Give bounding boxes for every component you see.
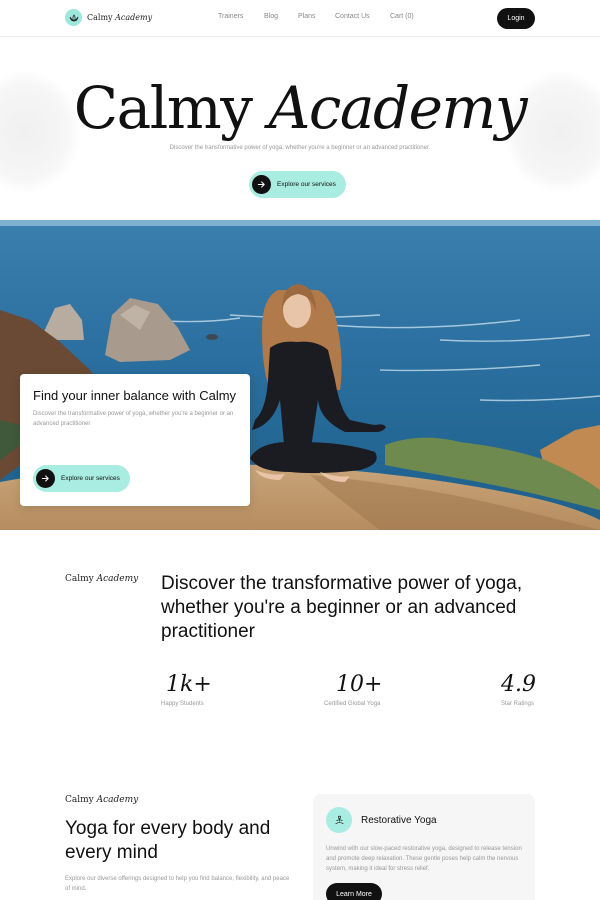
hero-section: Calmy Academy Discover the transformativ… — [0, 37, 600, 220]
hero-title: Calmy Academy — [73, 74, 528, 142]
top-navbar: Calmy Academy Trainers Blog Plans Contac… — [0, 0, 600, 37]
nav-link-plans[interactable]: Plans — [298, 13, 316, 20]
stat-certified: 10+ Certified Global Yoga — [324, 672, 382, 707]
service-title: Restorative Yoga — [361, 815, 437, 826]
card-explore-button[interactable]: Explore our services — [33, 465, 130, 492]
feature-card-title: Find your inner balance with Calmy — [33, 388, 237, 403]
stat-ratings: 4.9 Star Ratings — [501, 672, 536, 707]
service-card-restorative: Restorative Yoga Unwind with our slow-pa… — [313, 794, 535, 900]
arrow-right-icon — [252, 175, 271, 194]
offerings-text: Explore our diverse offerings designed t… — [65, 876, 290, 892]
stat-label: Star Ratings — [501, 701, 535, 707]
stat-value: 1k+ — [166, 672, 212, 697]
stat-value: 10+ — [336, 672, 383, 697]
service-text: Unwind with our slow-paced restorative y… — [326, 846, 522, 872]
stat-label: Certified Global Yoga — [324, 701, 381, 707]
nav-link-blog[interactable]: Blog — [264, 13, 278, 20]
arrow-right-icon — [36, 469, 55, 488]
brand-logo[interactable]: Calmy Academy — [65, 9, 152, 26]
hero-subtitle: Discover the transformative power of yog… — [169, 145, 431, 151]
about-brand: Calmy Academy — [65, 574, 139, 584]
nav-link-contact[interactable]: Contact Us — [335, 13, 370, 20]
feature-card: Find your inner balance with Calmy Disco… — [20, 374, 250, 506]
nav-link-trainers[interactable]: Trainers — [218, 13, 243, 20]
login-button[interactable]: Login — [497, 8, 535, 29]
feature-card-text: Discover the transformative power of yog… — [33, 411, 234, 427]
offerings-heading: Yoga for every body and every mind — [65, 818, 271, 863]
hero-explore-button[interactable]: Explore our services — [249, 171, 346, 198]
brand-name: Calmy Academy — [87, 13, 153, 22]
offerings-brand: Calmy Academy — [65, 795, 139, 805]
lotus-icon — [65, 9, 82, 26]
meditation-icon — [326, 807, 352, 833]
about-heading: Discover the transformative power of yog… — [161, 573, 523, 642]
stat-value: 4.9 — [501, 672, 536, 697]
stat-students: 1k+ Happy Students — [161, 672, 212, 707]
nav-link-cart[interactable]: Cart (0) — [390, 13, 414, 20]
learn-more-button[interactable]: Learn More — [326, 883, 382, 900]
stat-label: Happy Students — [161, 701, 204, 707]
